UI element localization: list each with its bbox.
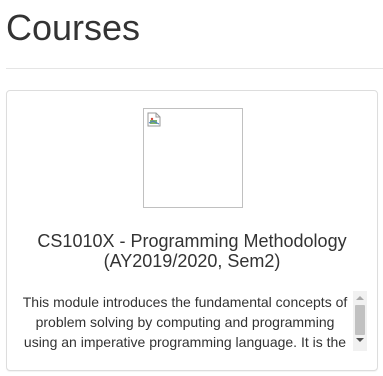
scroll-thumb[interactable]	[355, 305, 365, 335]
course-description: This module introduces the fundamental c…	[22, 294, 348, 350]
description-scrollbar[interactable]	[353, 291, 367, 351]
title-divider	[6, 68, 383, 69]
course-title[interactable]: CS1010X - Programming Methodology (AY201…	[7, 231, 377, 271]
course-description-box[interactable]: This module introduces the fundamental c…	[21, 291, 367, 351]
course-title-line2[interactable]: (AY2019/2020, Sem2)	[7, 251, 377, 271]
page-title: Courses	[6, 7, 141, 48]
scroll-up-arrow-icon[interactable]	[356, 296, 364, 300]
course-title-line1[interactable]: CS1010X - Programming Methodology	[7, 231, 377, 251]
course-image[interactable]	[143, 108, 243, 208]
scroll-down-arrow-icon[interactable]	[356, 338, 364, 342]
course-card[interactable]: CS1010X - Programming Methodology (AY201…	[6, 90, 378, 371]
broken-image-icon	[147, 112, 161, 127]
courses-page: Courses CS1010X - Programming Methodolog…	[0, 0, 383, 376]
